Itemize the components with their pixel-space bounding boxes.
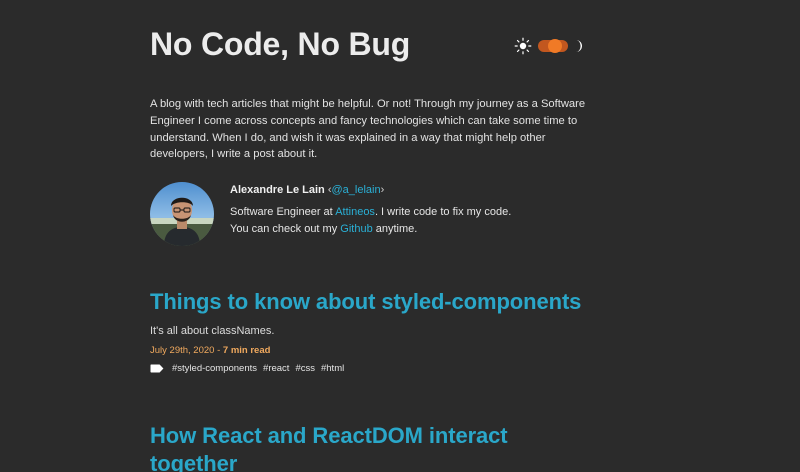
post-item: Things to know about styled-components I… — [150, 288, 590, 374]
tag-icon — [150, 364, 164, 373]
page: No Code, No Bug A blog with tech article… — [0, 0, 800, 472]
post-meta-separator: - — [214, 345, 223, 356]
toggle-thumb[interactable] — [548, 39, 562, 53]
avatar — [150, 182, 214, 246]
author-bio: Alexandre Le Lain ‹@a_lelain› Software E… — [150, 182, 590, 246]
post-item: How React and ReactDOM interact together — [150, 422, 540, 472]
post-date: July 29th, 2020 — [150, 345, 215, 356]
post-read-time: 7 min read — [222, 345, 271, 356]
twitter-handle-link[interactable]: @a_lelain — [332, 184, 381, 196]
post-title-link[interactable]: How React and ReactDOM interact together — [150, 422, 540, 472]
tag-link[interactable]: #styled-components — [172, 363, 257, 374]
theme-toggle[interactable] — [512, 36, 584, 56]
sun-icon — [514, 37, 532, 55]
github-prefix: You can check out my — [230, 223, 341, 235]
tag-link[interactable]: #html — [321, 363, 344, 374]
post-title-link[interactable]: Things to know about styled-components — [150, 288, 590, 316]
github-link[interactable]: Github — [340, 223, 372, 235]
author-name: Alexandre Le Lain — [230, 184, 325, 196]
bio-text: Alexandre Le Lain ‹@a_lelain› Software E… — [230, 182, 590, 238]
post-excerpt: It's all about classNames. — [150, 325, 275, 337]
bio-line-github: You can check out my Github anytime. — [230, 221, 590, 238]
moon-icon — [576, 40, 582, 52]
company-link[interactable]: Attineos — [335, 206, 375, 218]
handle-open: ‹ — [324, 184, 332, 196]
post-tags: #styled-components #react #css #html — [150, 363, 590, 374]
site-title[interactable]: No Code, No Bug — [150, 26, 410, 63]
bio-name-line: Alexandre Le Lain ‹@a_lelain› — [230, 182, 590, 199]
github-suffix: anytime. — [372, 223, 418, 235]
job-prefix: Software Engineer at — [230, 206, 336, 218]
post-meta: July 29th, 2020 - 7 min read — [150, 345, 590, 357]
tag-link[interactable]: #css — [295, 363, 315, 374]
tag-link[interactable]: #react — [263, 363, 289, 374]
blog-intro: A blog with tech articles that might be … — [150, 98, 586, 161]
bio-line-job: Software Engineer at Attineos. I write c… — [230, 204, 590, 221]
avatar-photo — [150, 182, 214, 246]
handle-close: › — [380, 184, 385, 196]
job-suffix: . I write code to fix my code. — [374, 206, 512, 218]
